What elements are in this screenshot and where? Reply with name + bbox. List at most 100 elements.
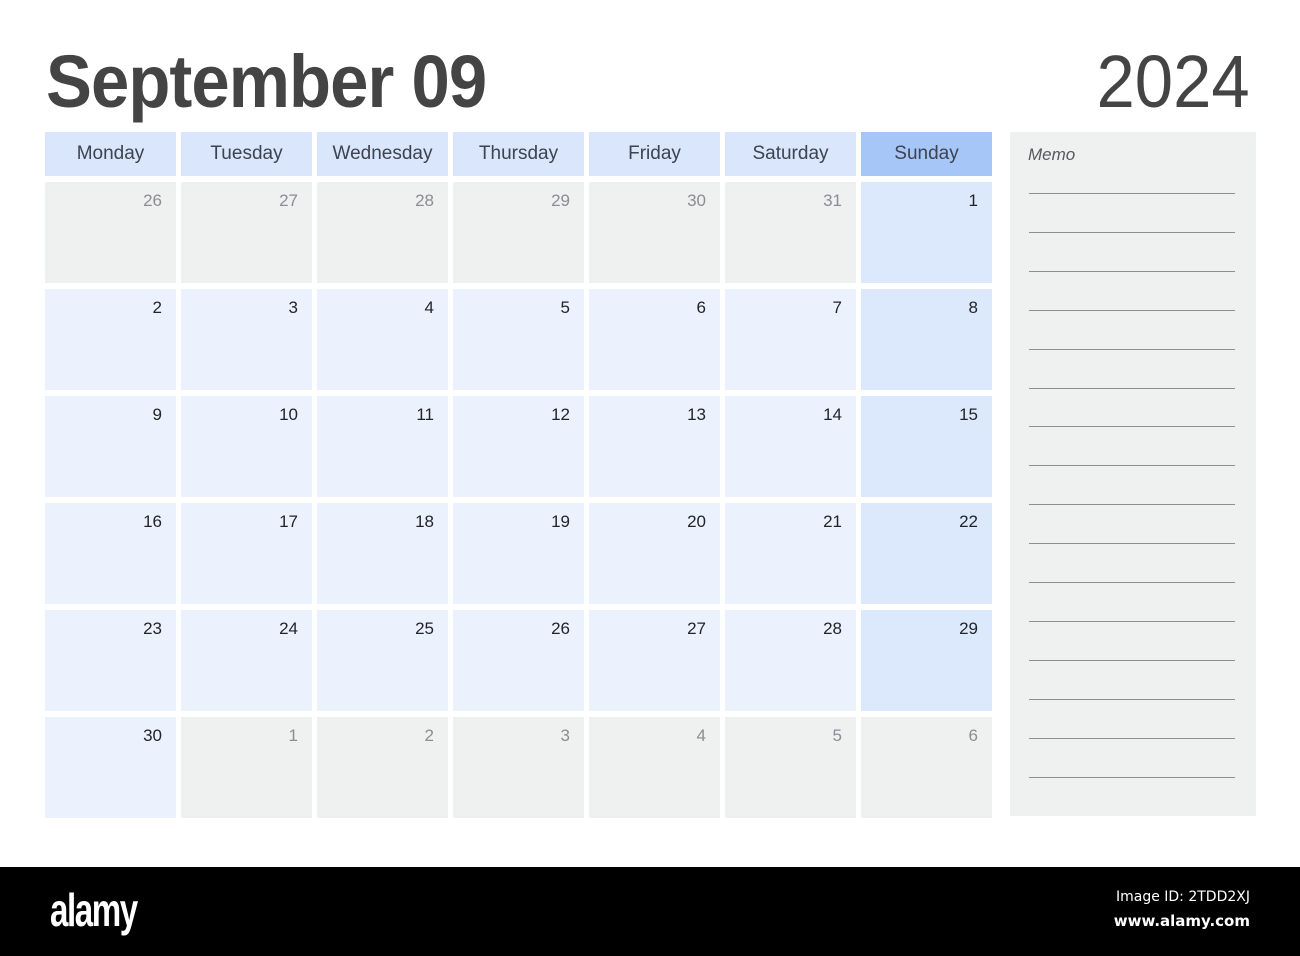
weekday-header-thursday: Thursday bbox=[453, 132, 584, 176]
day-cell[interactable]: 4 bbox=[317, 289, 448, 390]
adjacent-month-day-cell[interactable]: 4 bbox=[589, 717, 720, 818]
day-cell[interactable]: 6 bbox=[589, 289, 720, 390]
weekday-header-monday: Monday bbox=[45, 132, 176, 176]
day-cell[interactable]: 7 bbox=[725, 289, 856, 390]
day-number: 13 bbox=[687, 405, 706, 424]
day-cell[interactable]: 26 bbox=[453, 610, 584, 711]
day-cell[interactable]: 11 bbox=[317, 396, 448, 497]
day-cell[interactable]: 25 bbox=[317, 610, 448, 711]
day-number: 19 bbox=[551, 512, 570, 531]
day-cell[interactable]: 14 bbox=[725, 396, 856, 497]
day-number: 11 bbox=[416, 405, 434, 424]
adjacent-month-day-cell[interactable]: 26 bbox=[45, 182, 176, 283]
day-cell[interactable]: 16 bbox=[45, 503, 176, 604]
month-title: September 09 bbox=[46, 40, 487, 123]
day-number: 16 bbox=[143, 512, 162, 531]
day-number: 6 bbox=[968, 726, 978, 745]
day-number: 23 bbox=[143, 619, 162, 638]
day-number: 4 bbox=[424, 298, 434, 317]
day-cell[interactable]: 17 bbox=[181, 503, 312, 604]
memo-line bbox=[1029, 426, 1235, 428]
adjacent-month-day-cell[interactable]: 1 bbox=[181, 717, 312, 818]
day-cell[interactable]: 2 bbox=[45, 289, 176, 390]
weekday-header-wednesday: Wednesday bbox=[317, 132, 448, 176]
day-cell[interactable]: 12 bbox=[453, 396, 584, 497]
memo-line bbox=[1029, 582, 1235, 583]
adjacent-month-day-cell[interactable]: 3 bbox=[453, 717, 584, 818]
memo-line bbox=[1029, 737, 1235, 739]
day-cell[interactable]: 27 bbox=[589, 610, 720, 711]
memo-line bbox=[1029, 465, 1235, 467]
day-number: 26 bbox=[551, 619, 570, 638]
memo-line bbox=[1029, 698, 1235, 700]
weekday-header-tuesday: Tuesday bbox=[181, 132, 312, 176]
day-cell[interactable]: 15 bbox=[861, 396, 992, 497]
memo-line bbox=[1029, 776, 1235, 778]
adjacent-month-day-cell[interactable]: 5 bbox=[725, 717, 856, 818]
day-number: 26 bbox=[143, 191, 162, 210]
day-number: 17 bbox=[279, 512, 298, 531]
memo-line bbox=[1029, 231, 1235, 233]
adjacent-month-day-cell[interactable]: 31 bbox=[725, 182, 856, 283]
day-number: 3 bbox=[288, 298, 298, 317]
day-number: 27 bbox=[687, 619, 706, 638]
day-number: 27 bbox=[279, 191, 298, 210]
year-label: 2024 bbox=[1096, 40, 1250, 123]
weekday-header-saturday: Saturday bbox=[725, 132, 856, 176]
day-cell[interactable]: 24 bbox=[181, 610, 312, 711]
day-number: 29 bbox=[959, 619, 978, 638]
memo-line bbox=[1029, 387, 1235, 389]
memo-line bbox=[1029, 348, 1235, 350]
day-cell[interactable]: 23 bbox=[45, 610, 176, 711]
day-number: 30 bbox=[143, 726, 162, 745]
day-number: 29 bbox=[551, 191, 570, 210]
adjacent-month-day-cell[interactable]: 27 bbox=[181, 182, 312, 283]
memo-label: Memo bbox=[1028, 145, 1076, 164]
day-cell[interactable]: 22 bbox=[861, 503, 992, 604]
day-cell[interactable]: 13 bbox=[589, 396, 720, 497]
calendar-grid: Monday Tuesday Wednesday Thursday Friday Satu… bbox=[45, 132, 992, 818]
day-number: 9 bbox=[152, 405, 162, 424]
day-number: 3 bbox=[560, 726, 570, 745]
day-cell[interactable]: 10 bbox=[181, 396, 312, 497]
adjacent-month-day-cell[interactable]: 28 bbox=[317, 182, 448, 283]
day-cell[interactable]: 3 bbox=[181, 289, 312, 390]
day-number: 22 bbox=[959, 512, 978, 531]
adjacent-month-day-cell[interactable]: 6 bbox=[861, 717, 992, 818]
day-cell[interactable]: 18 bbox=[317, 503, 448, 604]
day-cell[interactable]: 28 bbox=[725, 610, 856, 711]
memo-line bbox=[1029, 270, 1235, 272]
day-number: 18 bbox=[415, 512, 434, 531]
day-cell[interactable]: 19 bbox=[453, 503, 584, 604]
day-cell[interactable]: 8 bbox=[861, 289, 992, 390]
day-number: 7 bbox=[832, 298, 842, 317]
day-number: 25 bbox=[415, 619, 434, 638]
day-number: 21 bbox=[823, 512, 842, 531]
alamy-logo: alamy bbox=[50, 884, 138, 936]
adjacent-month-day-cell[interactable]: 29 bbox=[453, 182, 584, 283]
adjacent-month-day-cell[interactable]: 2 bbox=[317, 717, 448, 818]
memo-line bbox=[1029, 659, 1235, 661]
day-number: 1 bbox=[968, 191, 978, 210]
day-cell[interactable]: 29 bbox=[861, 610, 992, 711]
day-number: 14 bbox=[823, 405, 842, 424]
day-number: 1 bbox=[288, 726, 298, 745]
memo-line bbox=[1029, 504, 1235, 506]
day-cell[interactable]: 5 bbox=[453, 289, 584, 390]
day-cell[interactable]: 30 bbox=[45, 717, 176, 818]
memo-line bbox=[1029, 620, 1235, 622]
day-number: 20 bbox=[687, 512, 706, 531]
day-number: 4 bbox=[696, 726, 706, 745]
adjacent-month-day-cell[interactable]: 30 bbox=[589, 182, 720, 283]
image-id: Image ID: 2TDD2XJ bbox=[1115, 889, 1250, 905]
day-number: 15 bbox=[959, 405, 978, 424]
day-cell[interactable]: 21 bbox=[725, 503, 856, 604]
day-number: 10 bbox=[279, 405, 298, 424]
day-number: 31 bbox=[823, 191, 842, 210]
day-number: 5 bbox=[560, 298, 570, 317]
day-cell[interactable]: 1 bbox=[861, 182, 992, 283]
day-cell[interactable]: 20 bbox=[589, 503, 720, 604]
weekday-header-friday: Friday bbox=[589, 132, 720, 176]
day-cell[interactable]: 9 bbox=[45, 396, 176, 497]
day-number: 28 bbox=[415, 191, 434, 210]
